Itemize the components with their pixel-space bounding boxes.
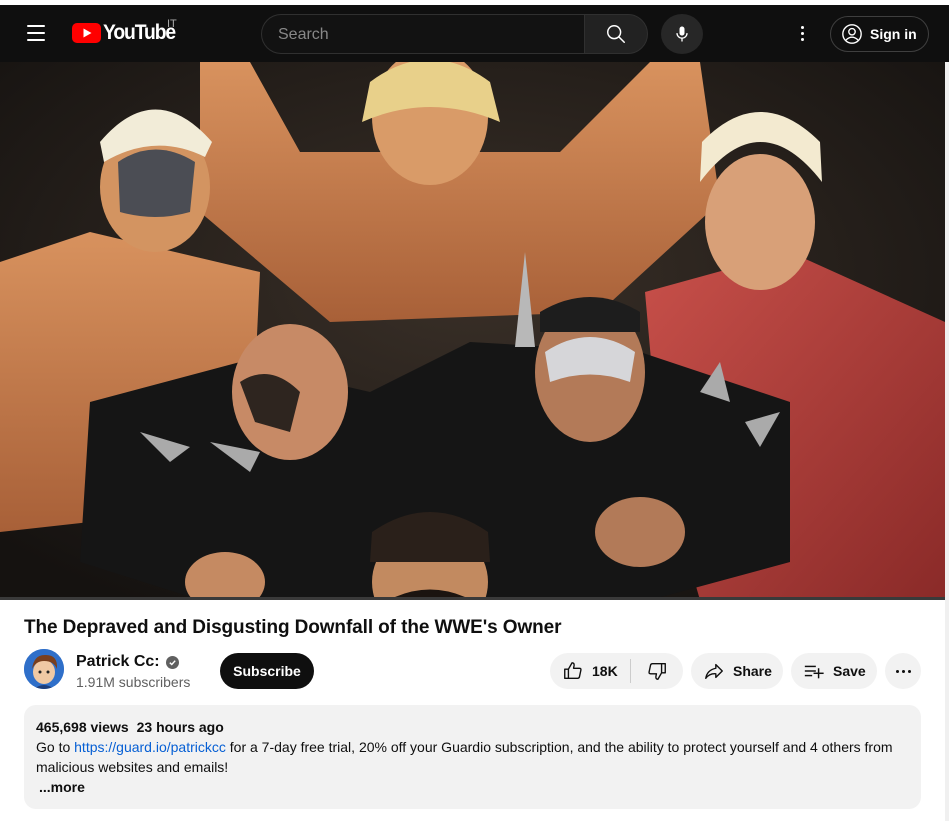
description-text-before-link: Go to [36, 739, 75, 755]
thumbs-down-icon [648, 662, 666, 680]
search-input[interactable]: Search [261, 14, 585, 54]
more-vertical-dot [800, 37, 804, 41]
channel-name-text: Patrick Cc: [76, 653, 160, 670]
more-vertical-dot [800, 31, 804, 35]
share-button[interactable]: Share [691, 653, 783, 689]
dislike-button[interactable] [631, 653, 683, 689]
description-link[interactable]: https://guard.io/patrickcc [74, 739, 226, 755]
show-more-button[interactable]: ...more [39, 777, 85, 797]
thumbs-up-icon [564, 662, 582, 680]
channel-avatar[interactable] [24, 649, 64, 689]
upload-age: 23 hours ago [136, 719, 224, 735]
save-button[interactable]: Save [791, 653, 877, 689]
subscriber-count: 1.91M subscribers [76, 674, 191, 690]
description-box[interactable]: 465,698 views 23 hours ago Go to https://… [24, 705, 921, 809]
like-count: 18K [592, 663, 618, 679]
subscribe-button[interactable]: Subscribe [220, 653, 314, 689]
sign-in-label: Sign in [870, 26, 917, 42]
search-placeholder: Search [278, 26, 329, 43]
more-actions-button[interactable] [885, 653, 921, 689]
player-progress-edge [0, 597, 945, 600]
playlist-add-icon [804, 665, 824, 679]
more-horizontal-dot [907, 669, 911, 673]
share-label: Share [733, 663, 772, 679]
guide-menu-button[interactable] [18, 17, 54, 49]
share-icon [705, 663, 723, 680]
microphone-icon [676, 26, 688, 42]
search-icon [607, 25, 625, 43]
description-text: Go to https://guard.io/patrickcc for a 7… [36, 737, 909, 777]
more-horizontal-icon [895, 669, 899, 673]
save-label: Save [833, 663, 866, 679]
channel-name[interactable]: Patrick Cc: [76, 653, 179, 671]
view-count: 465,698 views [36, 719, 129, 735]
account-circle-icon [842, 24, 862, 44]
menu-icon-bar [27, 32, 45, 34]
more-horizontal-dot [901, 669, 905, 673]
video-player[interactable] [0, 62, 945, 600]
menu-icon [27, 25, 45, 27]
youtube-logo[interactable]: YouTube IT [72, 18, 181, 44]
youtube-play-icon [72, 23, 101, 43]
description-meta: 465,698 views 23 hours ago [36, 717, 909, 737]
avatar-image [24, 649, 64, 689]
sign-in-button[interactable]: Sign in [830, 16, 929, 52]
verified-badge-icon [165, 655, 179, 669]
voice-search-button[interactable] [661, 14, 703, 54]
menu-icon-bar [27, 39, 45, 41]
logo-wordmark: YouTube [103, 21, 176, 44]
video-title: The Depraved and Disgusting Downfall of … [24, 617, 562, 638]
masthead: YouTube IT Search Sign in [0, 5, 949, 62]
video-thumbnail-image [0, 62, 945, 600]
like-button[interactable]: 18K [550, 653, 631, 689]
country-code: IT [167, 18, 177, 30]
search-button[interactable] [584, 14, 648, 54]
settings-more-button[interactable] [786, 17, 818, 49]
page-scrollbar[interactable] [945, 62, 949, 821]
more-vertical-icon [800, 25, 804, 29]
